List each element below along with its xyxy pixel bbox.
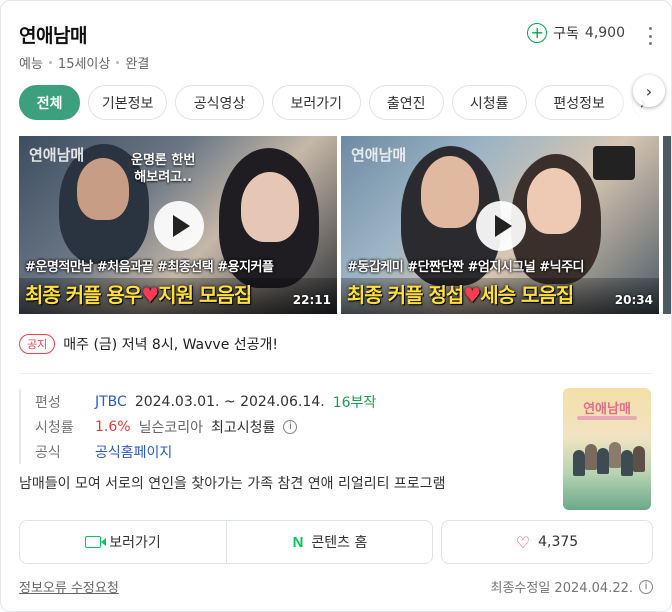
like-count: 4,375 (538, 534, 579, 550)
tab-basic-info[interactable]: 기본정보 (88, 85, 168, 120)
watch-button[interactable]: 보러가기 (20, 521, 226, 563)
heart-icon: ♥ (141, 283, 159, 307)
clip-caption: 최종 커플 용우♥지원 모음집 (25, 283, 252, 307)
video-thumbnail-partial[interactable] (663, 136, 671, 314)
info-icon[interactable]: i (283, 419, 298, 434)
tab-official-videos[interactable]: 공식영상 (175, 85, 264, 120)
poster-title: 연애남매 (583, 402, 631, 417)
tab-cast[interactable]: 출연진 (368, 85, 444, 120)
video-thumbnail[interactable]: 연애남매 운명론 한번 해보려고.. #운명적만남 #처음과끝 #최종선택 #용… (19, 136, 337, 314)
info-key: 편성 (35, 394, 61, 411)
clip-duration: 22:11 (292, 293, 331, 307)
subscribe-button[interactable]: + 구독 4,900 (527, 23, 625, 43)
info-row-rating: 시청률 1.6% 닐슨코리아 최고시청률 i (35, 414, 539, 439)
subscribe-count: 4,900 (584, 25, 625, 41)
program-poster[interactable]: 연애남매 (563, 388, 651, 510)
tab-bar: 전체 기본정보 공식영상 보러가기 출연진 시청률 편성정보 (19, 85, 671, 121)
clip-hashtags: #동갑케미 #단짠단짠 #엄지시그널 #닉주디 (347, 260, 585, 275)
report-error-link[interactable]: 정보오류 수정요청 (19, 577, 119, 596)
play-icon[interactable] (476, 201, 526, 251)
age-rating-label: 15세이상 (57, 57, 111, 72)
clip-duration: 20:34 (614, 293, 653, 307)
naver-n-icon: N (292, 533, 304, 551)
meta-separator (116, 61, 120, 64)
heart-outline-icon: ♡ (515, 532, 531, 552)
tab-ratings[interactable]: 시청률 (451, 85, 527, 120)
rating-value: 1.6% (95, 418, 131, 435)
clip-subtitle: 운명론 한번 해보려고.. (131, 153, 196, 185)
tab-watch[interactable]: 보러가기 (271, 85, 361, 120)
genre-label: 예능 (19, 57, 43, 72)
channel-link[interactable]: JTBC (95, 394, 127, 410)
notice-badge: 공지 (19, 334, 56, 354)
info-key: 시청률 (35, 419, 74, 436)
info-row-schedule: 편성 JTBC 2024.03.01. ~ 2024.06.14. 16부작 (35, 389, 539, 414)
last-updated: 최종수정일 2024.04.22. i (491, 577, 653, 596)
program-info: 편성 JTBC 2024.03.01. ~ 2024.06.14. 16부작 시… (19, 389, 539, 464)
poster-cast-image (571, 436, 645, 486)
clip-hashtags: #운명적만남 #처음과끝 #최종선택 #용지커플 (25, 260, 274, 275)
rating-source: 닐슨코리아 (138, 419, 203, 436)
info-row-official: 공식 공식홈페이지 (35, 439, 539, 464)
tab-all[interactable]: 전체 (19, 85, 81, 120)
subscribe-label: 구독 (553, 26, 579, 42)
info-icon[interactable]: i (639, 579, 653, 594)
carousel-next-icon[interactable]: › (633, 75, 665, 107)
program-meta: 예능 15세이상 완결 (19, 53, 149, 72)
episode-count: 16부작 (332, 394, 377, 411)
clip-logo: 연애남매 (351, 146, 407, 164)
official-homepage-link[interactable]: 공식홈페이지 (95, 442, 172, 462)
more-options-icon[interactable] (647, 27, 653, 45)
broadcast-period: 2024.03.01. ~ 2024.06.14. (134, 393, 325, 410)
notice: 공지 매주 (금) 저녁 8시, Wavve 선공개! (19, 334, 278, 354)
video-carousel: 연애남매 운명론 한번 해보려고.. #운명적만남 #처음과끝 #최종선택 #용… (19, 136, 671, 316)
meta-separator (48, 61, 52, 64)
divider (19, 373, 653, 374)
heart-icon: ♥ (463, 283, 481, 307)
rating-note: 최고시청률 (210, 419, 276, 436)
notice-text: 매주 (금) 저녁 8시, Wavve 선공개! (63, 337, 279, 353)
tv-program-card: 연애남매 예능 15세이상 완결 + 구독 4,900 전체 기본정보 공식영상… (0, 0, 672, 612)
plus-icon: + (527, 23, 548, 43)
info-key: 공식 (35, 444, 61, 461)
program-description: 남매들이 모여 서로의 연인을 찾아가는 가족 참견 연애 리얼리티 프로그램 (19, 476, 446, 492)
like-button[interactable]: ♡ 4,375 (442, 521, 652, 563)
clip-logo: 연애남매 (29, 146, 85, 164)
play-icon[interactable] (154, 201, 204, 251)
status-label: 완결 (125, 57, 150, 72)
video-thumbnail[interactable]: 연애남매 #동갑케미 #단짠단짠 #엄지시그널 #닉주디 최종 커플 정섭♥세승… (341, 136, 659, 314)
action-buttons: 보러가기 N 콘텐츠 홈 ♡ 4,375 (19, 520, 653, 564)
video-icon (85, 536, 107, 548)
contents-home-button[interactable]: N 콘텐츠 홈 (227, 521, 433, 563)
card-header: 연애남매 예능 15세이상 완결 + 구독 4,900 (19, 21, 657, 73)
clip-caption: 최종 커플 정섭♥세승 모음집 (347, 283, 574, 307)
